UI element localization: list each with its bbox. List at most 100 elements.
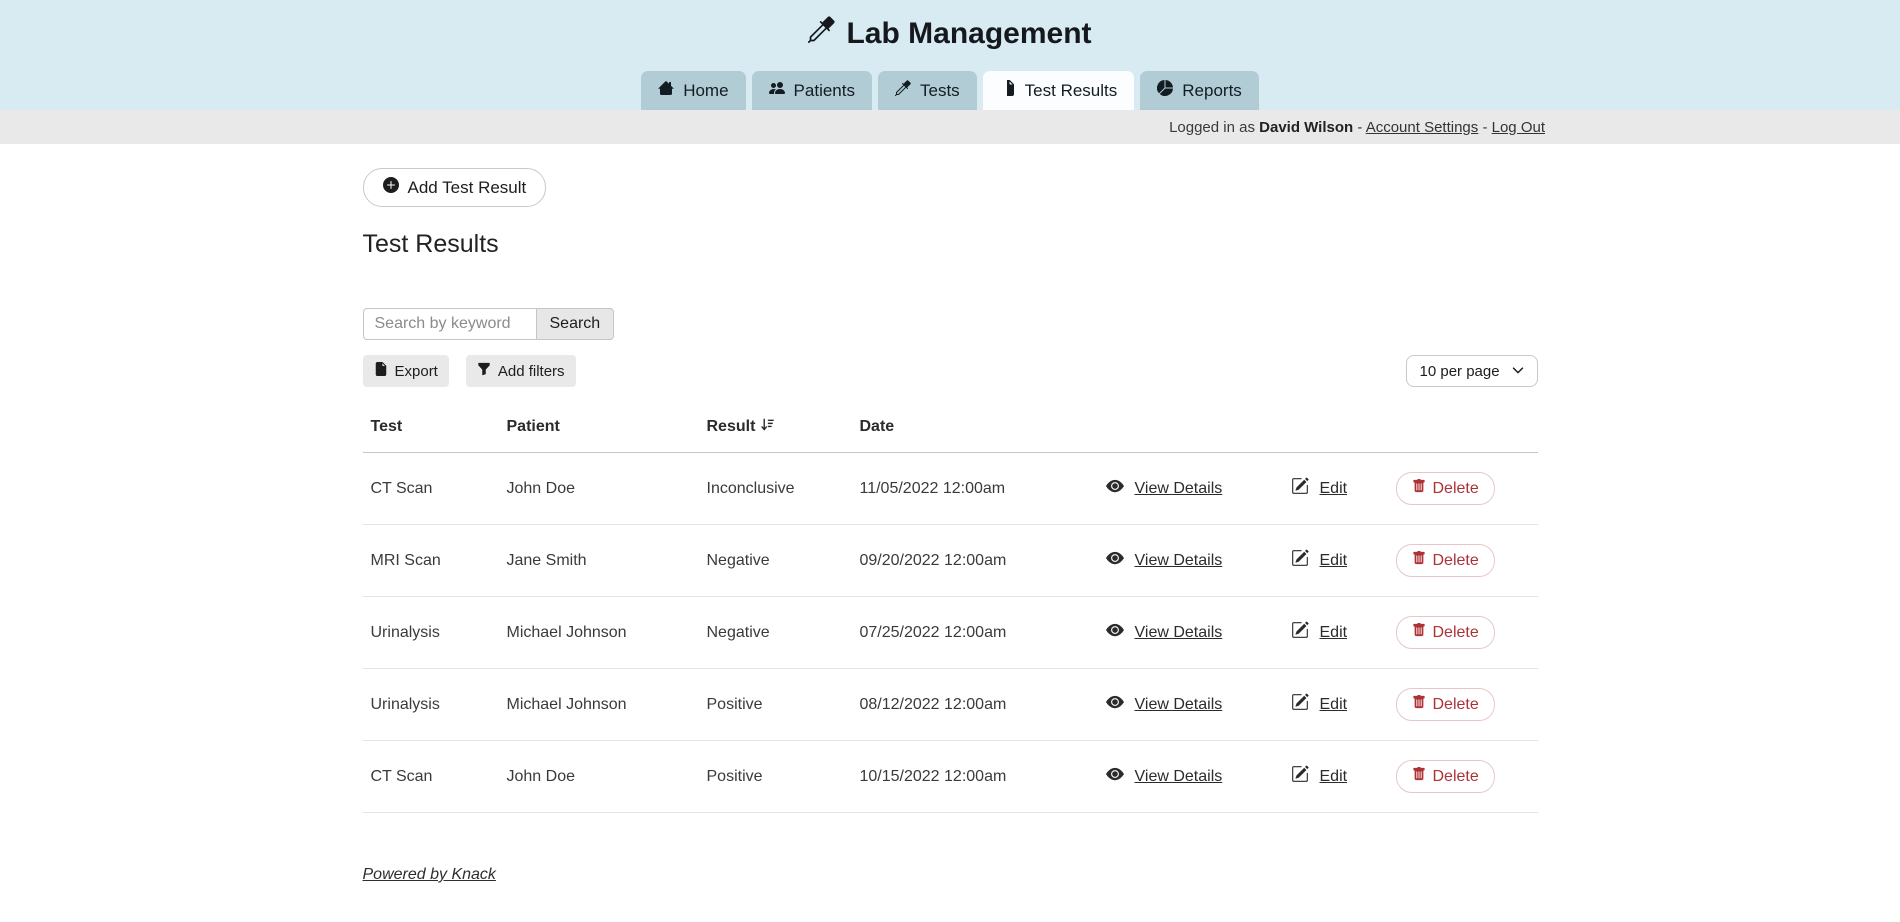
add-filters-label: Add filters [498,363,565,380]
tab-patients[interactable]: Patients [752,71,872,110]
app-title-text: Lab Management [846,17,1091,51]
eyedropper-icon [808,16,835,51]
user-bar: Logged in as David Wilson - Account Sett… [0,110,1900,144]
pencil-square-icon [1291,477,1309,500]
column-header-date[interactable]: Date [852,407,1098,453]
separator: - [1482,119,1487,136]
tab-test-results[interactable]: Test Results [983,71,1135,110]
export-button[interactable]: Export [363,355,449,387]
cell-date: 10/15/2022 12:00am [852,741,1098,813]
export-label: Export [395,363,438,380]
column-header-test[interactable]: Test [363,407,499,453]
per-page-value: 10 per page [1420,363,1500,380]
search-bar: Search [363,308,1538,340]
separator: - [1357,119,1362,136]
edit-link[interactable]: Edit [1291,477,1348,500]
account-settings-link[interactable]: Account Settings [1366,119,1479,136]
view-details-link[interactable]: View Details [1106,693,1223,716]
edit-link[interactable]: Edit [1291,621,1348,644]
tab-home[interactable]: Home [641,71,745,110]
page-footer: Powered by Knack [363,866,1538,884]
per-page-select[interactable]: 10 per page [1406,355,1538,387]
pencil-square-icon [1291,693,1309,716]
column-header-patient[interactable]: Patient [499,407,699,453]
cell-result: Negative [699,525,852,597]
powered-by-knack-link[interactable]: Powered by Knack [363,866,496,883]
tab-label: Test Results [1025,81,1118,101]
table-row: Urinalysis Michael Johnson Negative 07/2… [363,597,1538,669]
trash-icon [1412,767,1426,786]
cell-date: 07/25/2022 12:00am [852,597,1098,669]
table-row: MRI Scan Jane Smith Negative 09/20/2022 … [363,525,1538,597]
cell-result: Positive [699,669,852,741]
table-toolbar: Export Add filters 10 per page [363,355,1538,387]
sort-icon [760,417,775,437]
app-header: Lab Management Home Patients Tests Test … [0,0,1900,110]
cell-date: 09/20/2022 12:00am [852,525,1098,597]
filter-funnel-icon [477,362,491,380]
view-details-link[interactable]: View Details [1106,477,1223,500]
main-content: Add Test Result Test Results Search Expo… [363,144,1538,884]
delete-button[interactable]: Delete [1396,544,1495,577]
home-icon [658,80,674,101]
table-row: Urinalysis Michael Johnson Positive 08/1… [363,669,1538,741]
add-test-result-label: Add Test Result [408,178,527,198]
eye-icon [1106,477,1124,500]
search-button[interactable]: Search [536,308,615,340]
eyedropper-icon [895,80,911,101]
eye-icon [1106,765,1124,788]
pie-chart-icon [1157,80,1173,101]
delete-button[interactable]: Delete [1396,760,1495,793]
add-test-result-button[interactable]: Add Test Result [363,168,547,207]
table-row: CT Scan John Doe Positive 10/15/2022 12:… [363,741,1538,813]
main-nav: Home Patients Tests Test Results Reports [0,71,1900,110]
add-filters-button[interactable]: Add filters [466,355,576,387]
plus-circle-icon [383,177,399,198]
edit-link[interactable]: Edit [1291,765,1348,788]
delete-button[interactable]: Delete [1396,472,1495,505]
cell-test: Urinalysis [363,669,499,741]
tab-label: Tests [920,81,960,101]
column-header-delete [1388,407,1538,453]
column-header-view [1098,407,1283,453]
cell-patient: Michael Johnson [499,669,699,741]
search-input[interactable] [363,308,536,340]
cell-date: 11/05/2022 12:00am [852,453,1098,525]
cell-patient: Jane Smith [499,525,699,597]
cell-result: Negative [699,597,852,669]
eye-icon [1106,621,1124,644]
trash-icon [1412,695,1426,714]
view-details-link[interactable]: View Details [1106,549,1223,572]
view-details-link[interactable]: View Details [1106,765,1223,788]
edit-link[interactable]: Edit [1291,693,1348,716]
trash-icon [1412,551,1426,570]
cell-test: Urinalysis [363,597,499,669]
page-title: Lab Management [0,0,1900,51]
patients-icon [769,80,785,101]
tab-label: Patients [794,81,855,101]
trash-icon [1412,479,1426,498]
cell-patient: John Doe [499,453,699,525]
cell-test: MRI Scan [363,525,499,597]
cell-test: CT Scan [363,453,499,525]
pencil-square-icon [1291,549,1309,572]
chevron-down-icon [1512,363,1524,380]
pencil-square-icon [1291,765,1309,788]
cell-date: 08/12/2022 12:00am [852,669,1098,741]
tab-tests[interactable]: Tests [878,71,977,110]
table-header-row: Test Patient Result Date [363,407,1538,453]
file-icon [1000,80,1016,101]
eye-icon [1106,693,1124,716]
view-details-link[interactable]: View Details [1106,621,1223,644]
log-out-link[interactable]: Log Out [1492,119,1545,136]
edit-link[interactable]: Edit [1291,549,1348,572]
delete-button[interactable]: Delete [1396,616,1495,649]
column-header-result[interactable]: Result [699,407,852,453]
delete-button[interactable]: Delete [1396,688,1495,721]
tab-reports[interactable]: Reports [1140,71,1259,110]
cell-test: CT Scan [363,741,499,813]
trash-icon [1412,623,1426,642]
column-header-edit [1283,407,1388,453]
table-row: CT Scan John Doe Inconclusive 11/05/2022… [363,453,1538,525]
cell-patient: John Doe [499,741,699,813]
